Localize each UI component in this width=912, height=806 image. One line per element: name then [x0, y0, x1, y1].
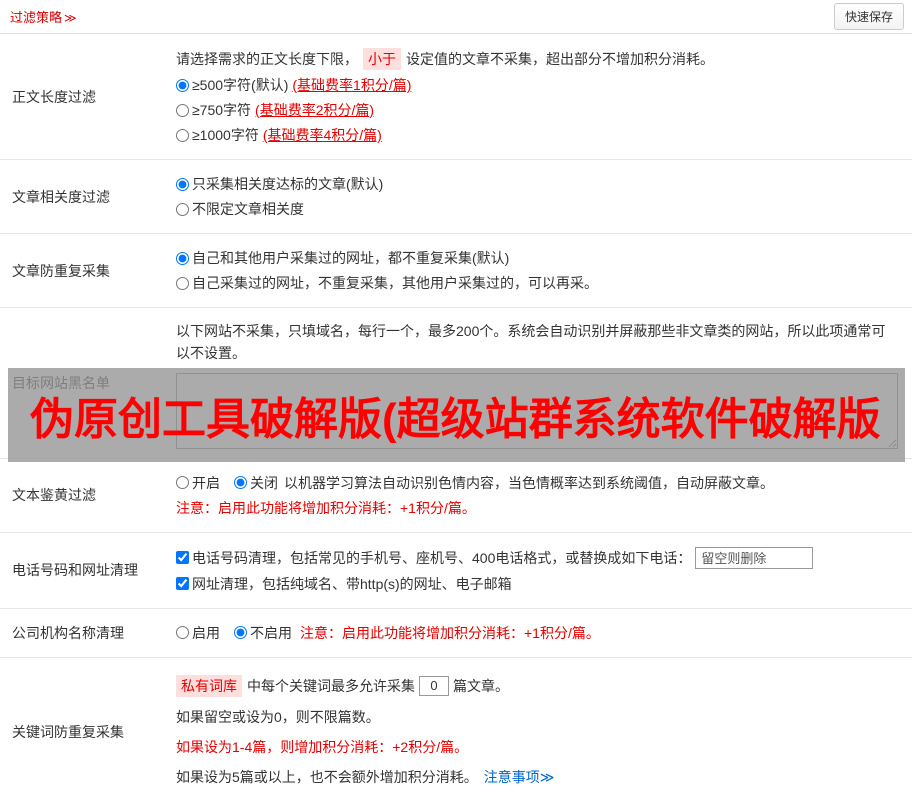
porn-on-label: 开启 [192, 474, 220, 491]
page-title[interactable]: 过滤策略 ≫ [10, 7, 77, 26]
row-label: 文本鉴黄过滤 [12, 487, 96, 504]
phone-cleanup-checkbox[interactable] [176, 551, 189, 565]
row-body-length-filter: 正文长度过滤 请选择需求的正文长度下限， 小于 设定值的文章不采集，超出部分不增… [0, 34, 912, 160]
row-content: 电话号码清理，包括常见的手机号、座机号、400电话格式，或替换成如下电话： 网址… [172, 533, 912, 608]
company-disable-label: 不启用 [250, 624, 292, 641]
relevance-option-2: 不限定文章相关度 [176, 199, 902, 219]
row-content: 私有词库 中每个关键词最多允许采集 篇文章。 如果留空或设为0，则不限篇数。 如… [172, 658, 912, 806]
dedup-global-radio[interactable] [176, 251, 189, 265]
keyword-limit-end: 篇文章。 [453, 677, 509, 694]
relevance-strict-radio[interactable] [176, 177, 189, 191]
length-option-1000: ≥1000字符 (基础费率4积分/篇) [176, 125, 902, 145]
row-content: 只采集相关度达标的文章(默认) 不限定文章相关度 [172, 160, 912, 233]
url-cleanup-checkbox[interactable] [176, 577, 189, 591]
length-intro: 请选择需求的正文长度下限， 小于 设定值的文章不采集，超出部分不增加积分消耗。 [176, 48, 902, 70]
quick-save-button[interactable]: 快速保存 [833, 3, 904, 30]
company-enable-label: 启用 [192, 624, 220, 641]
watermark-banner: 伪原创工具破解版(超级站群系统软件破解版 [8, 368, 905, 462]
keyword-note-five: 如果设为5篇或以上，也不会额外增加积分消耗。 注意事项≫ [176, 767, 902, 787]
chevron-down-icon: ≫ [64, 11, 77, 25]
length-1000-fee: (基础费率4积分/篇) [262, 127, 382, 143]
row-content: 启用 不启用 注意：启用此功能将增加积分消耗：+1积分/篇。 [172, 609, 912, 657]
keyword-limit-line: 私有词库 中每个关键词最多允许采集 篇文章。 [176, 674, 902, 697]
dedup-self-label: 自己采集过的网址，不重复采集，其他用户采集过的，可以再采。 [192, 275, 598, 291]
row-porn-filter: 文本鉴黄过滤 开启 关闭 以机器学习算法自动识别色情内容，当色情概率达到系统阈值… [0, 459, 912, 533]
row-label: 文章相关度过滤 [12, 188, 110, 205]
length-750-label: ≥750字符 [192, 102, 252, 118]
company-note: 注意：启用此功能将增加积分消耗：+1积分/篇。 [300, 624, 600, 641]
length-750-radio[interactable] [176, 103, 189, 117]
keyword-count-input[interactable] [419, 675, 449, 696]
private-lexicon-tag: 私有词库 [176, 674, 242, 697]
length-option-500: ≥500字符(默认) (基础费率1积分/篇) [176, 75, 902, 95]
length-1000-radio[interactable] [176, 128, 189, 142]
dedup-global-label: 自己和其他用户采集过的网址，都不重复采集(默认) [192, 250, 510, 266]
row-keyword-dedup: 关键词防重复采集 私有词库 中每个关键词最多允许采集 篇文章。 如果留空或设为0… [0, 658, 912, 806]
replacement-phone-input[interactable] [695, 546, 814, 569]
keyword-note-five-text: 如果设为5篇或以上，也不会额外增加积分消耗。 [176, 768, 478, 785]
porn-on-radio[interactable] [176, 476, 189, 490]
watermark-text: 伪原创工具破解版(超级站群系统软件破解版 [30, 395, 881, 444]
row-label: 文章防重复采集 [12, 262, 110, 279]
blacklist-desc: 以下网站不采集，只填域名，每行一个，最多200个。系统会自动识别并屏蔽那些非文章… [176, 323, 886, 362]
row-content: 自己和其他用户采集过的网址，都不重复采集(默认) 自己采集过的网址，不重复采集，… [172, 234, 912, 307]
relevance-option-1: 只采集相关度达标的文章(默认) [176, 174, 902, 194]
company-options: 启用 不启用 注意：启用此功能将增加积分消耗：+1积分/篇。 [176, 623, 902, 643]
notice-link[interactable]: 注意事项≫ [484, 767, 555, 787]
phone-cleanup-option: 电话号码清理，包括常见的手机号、座机号、400电话格式，或替换成如下电话： [176, 546, 902, 569]
row-label: 公司机构名称清理 [12, 624, 124, 641]
phone-cleanup-label: 电话号码清理，包括常见的手机号、座机号、400电话格式，或替换成如下电话： [192, 549, 692, 566]
relevance-strict-label: 只采集相关度达标的文章(默认) [192, 176, 384, 192]
porn-note: 注意：启用此功能将增加积分消耗：+1积分/篇。 [176, 499, 476, 516]
keyword-limit-mid: 中每个关键词最多允许采集 [247, 677, 415, 694]
porn-options: 开启 关闭 以机器学习算法自动识别色情内容，当色情概率达到系统阈值，自动屏蔽文章… [176, 473, 902, 493]
keyword-note-fee: 如果设为1-4篇，则增加积分消耗：+2积分/篇。 [176, 738, 469, 755]
porn-off-label: 关闭 [250, 474, 278, 491]
length-500-fee: (基础费率1积分/篇) [292, 77, 412, 93]
dedup-option-2: 自己采集过的网址，不重复采集，其他用户采集过的，可以再采。 [176, 273, 902, 293]
length-500-label: ≥500字符(默认) [192, 77, 289, 93]
row-dedup-collection: 文章防重复采集 自己和其他用户采集过的网址，都不重复采集(默认) 自己采集过的网… [0, 234, 912, 308]
intro-pre: 请选择需求的正文长度下限， [176, 51, 358, 67]
url-cleanup-label: 网址清理，包括纯域名、带http(s)的网址、电子邮箱 [192, 575, 512, 592]
keyword-note-zero: 如果留空或设为0，则不限篇数。 [176, 708, 380, 725]
company-disable-radio[interactable] [234, 626, 247, 640]
row-label: 电话号码和网址清理 [12, 562, 138, 579]
row-content: 开启 关闭 以机器学习算法自动识别色情内容，当色情概率达到系统阈值，自动屏蔽文章… [172, 459, 912, 532]
relevance-any-label: 不限定文章相关度 [192, 201, 304, 217]
row-company-cleanup: 公司机构名称清理 启用 不启用 注意：启用此功能将增加积分消耗：+1积分/篇。 [0, 609, 912, 658]
relevance-any-radio[interactable] [176, 202, 189, 216]
porn-off-radio[interactable] [234, 476, 247, 490]
length-500-radio[interactable] [176, 78, 189, 92]
row-label: 正文长度过滤 [12, 88, 96, 105]
row-phone-url-cleanup: 电话号码和网址清理 电话号码清理，包括常见的手机号、座机号、400电话格式，或替… [0, 533, 912, 609]
url-cleanup-option: 网址清理，包括纯域名、带http(s)的网址、电子邮箱 [176, 574, 902, 594]
row-label: 关键词防重复采集 [12, 723, 124, 740]
less-than-tag: 小于 [363, 48, 401, 70]
dedup-self-radio[interactable] [176, 276, 189, 290]
intro-post: 设定值的文章不采集，超出部分不增加积分消耗。 [406, 51, 714, 67]
page-title-text: 过滤策略 [10, 10, 63, 25]
row-content: 请选择需求的正文长度下限， 小于 设定值的文章不采集，超出部分不增加积分消耗。 … [172, 34, 912, 159]
length-750-fee: (基础费率2积分/篇) [255, 102, 375, 118]
dedup-option-1: 自己和其他用户采集过的网址，都不重复采集(默认) [176, 248, 902, 268]
row-relevance-filter: 文章相关度过滤 只采集相关度达标的文章(默认) 不限定文章相关度 [0, 160, 912, 234]
length-1000-label: ≥1000字符 [192, 127, 259, 143]
top-toolbar: 过滤策略 ≫ 快速保存 [0, 0, 912, 34]
length-option-750: ≥750字符 (基础费率2积分/篇) [176, 100, 902, 120]
company-enable-radio[interactable] [176, 626, 189, 640]
porn-desc: 以机器学习算法自动识别色情内容，当色情概率达到系统阈值，自动屏蔽文章。 [284, 474, 774, 491]
